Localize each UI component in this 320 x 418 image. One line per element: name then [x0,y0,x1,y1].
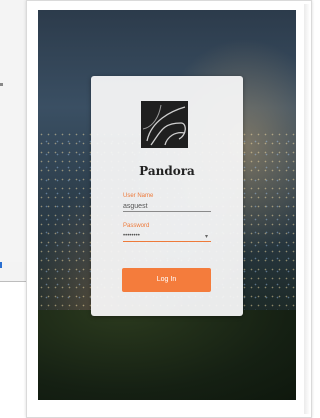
background-window-selection-marker [0,262,2,268]
app-title: Pandora [139,164,195,178]
window-shadow [304,4,310,414]
dropdown-caret-icon[interactable]: ▾ [205,233,208,240]
foreground-trees [38,310,296,400]
username-field[interactable] [123,201,211,212]
username-label: User Name [123,193,154,199]
password-label: Password [123,223,150,229]
password-field[interactable] [123,231,211,242]
background-window-marker [0,83,3,86]
login-button[interactable]: Log In [122,268,211,292]
login-card: Pandora User Name Password ▾ Log In [91,76,243,316]
pandora-logo-icon [141,101,188,148]
